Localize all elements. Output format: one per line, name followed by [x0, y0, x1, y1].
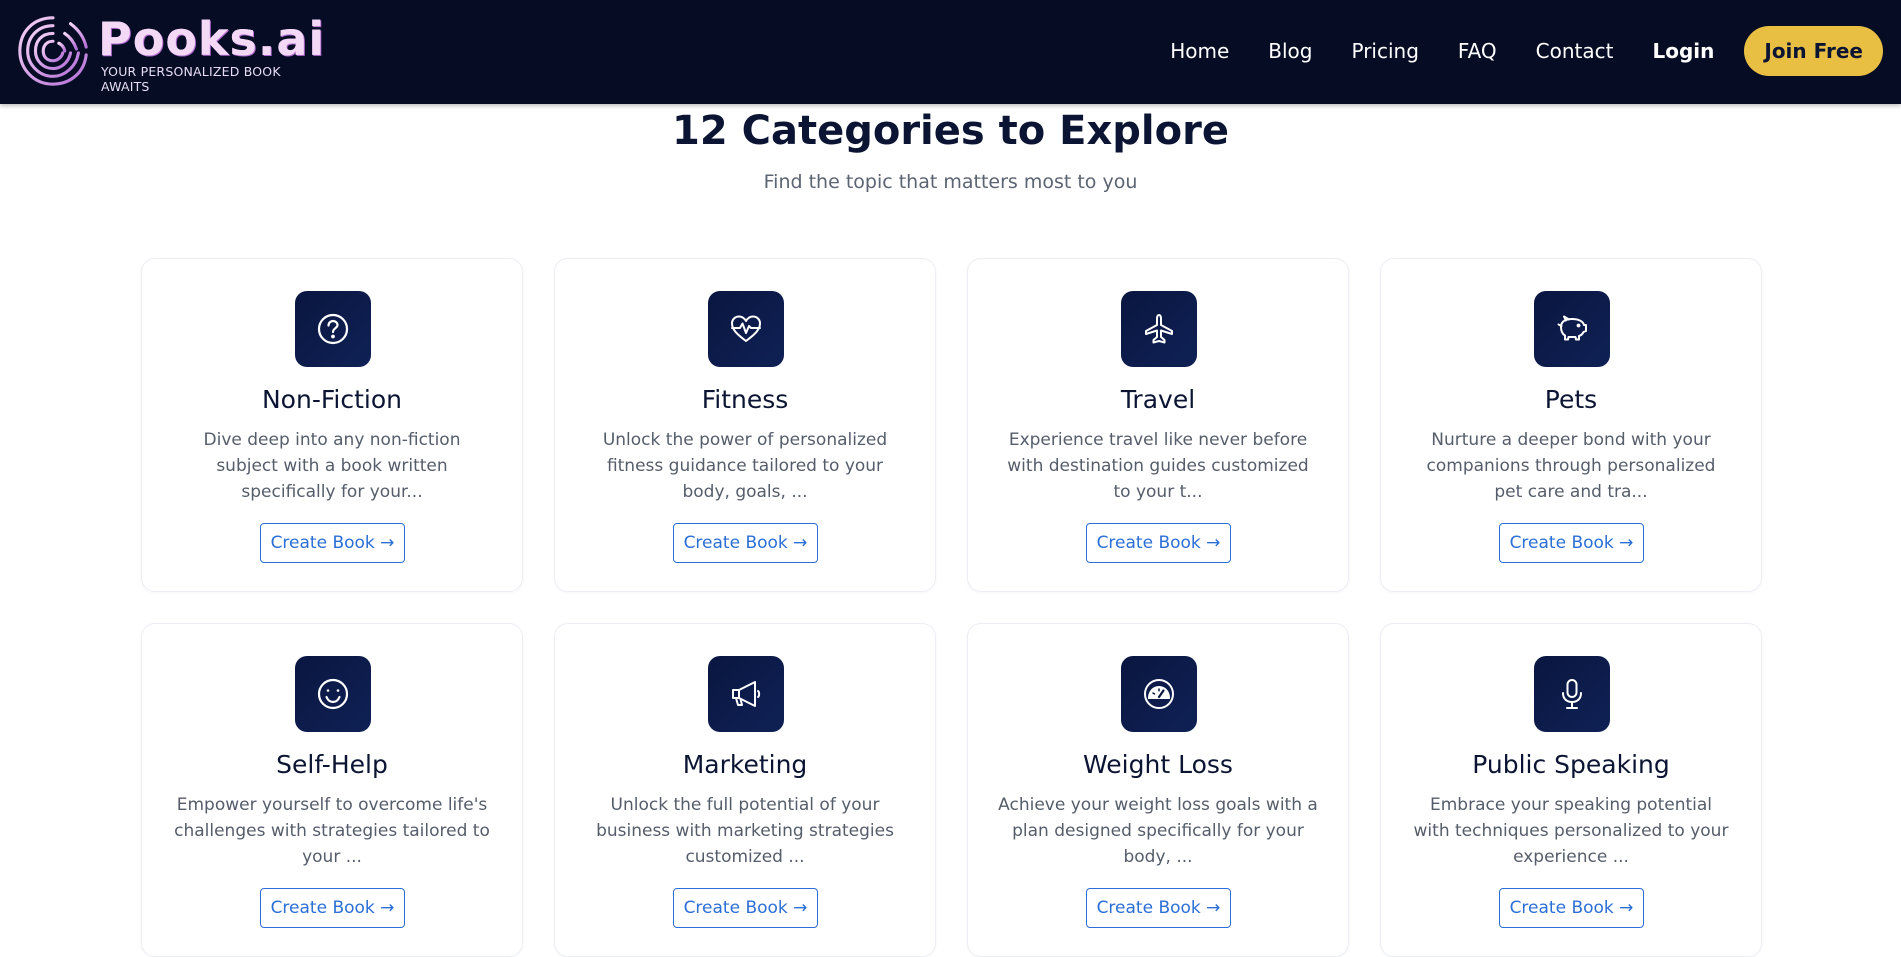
section-subtitle: Find the topic that matters most to you	[763, 171, 1138, 193]
create-book-button[interactable]: Create Book →	[1499, 523, 1644, 563]
airplane-icon	[1121, 291, 1197, 367]
megaphone-icon	[708, 656, 784, 732]
card-description: Empower yourself to overcome life's chal…	[174, 795, 490, 867]
nav-pricing[interactable]: Pricing	[1351, 39, 1418, 63]
section-title: 12 Categories to Explore	[672, 108, 1229, 154]
card-description: Unlock the power of personalized fitness…	[602, 430, 888, 502]
category-grid: Non-Fiction Dive deep into any non-ficti…	[141, 258, 1762, 957]
microphone-icon	[1534, 656, 1610, 732]
speedometer-icon	[1121, 656, 1197, 732]
card-title: Fitness	[701, 385, 789, 414]
heart-pulse-icon	[708, 291, 784, 367]
category-card-fitness: Fitness Unlock the power of personalized…	[554, 258, 936, 592]
nav-blog[interactable]: Blog	[1268, 39, 1312, 63]
logo-name: Pooks.ai	[98, 12, 326, 66]
category-card-travel: Travel Experience travel like never befo…	[967, 258, 1349, 592]
piggy-icon	[1534, 291, 1610, 367]
card-title: Public Speaking	[1472, 750, 1670, 779]
create-book-button[interactable]: Create Book →	[260, 888, 405, 928]
category-card-pets: Pets Nurture a deeper bond with your com…	[1380, 258, 1762, 592]
card-description: Embrace your speaking potential with tec…	[1413, 795, 1729, 867]
create-book-button[interactable]: Create Book →	[673, 888, 818, 928]
create-book-button[interactable]: Create Book →	[260, 523, 405, 563]
question-circle-icon	[295, 291, 371, 367]
card-title: Self-Help	[276, 750, 388, 779]
category-card-marketing: Marketing Unlock the full potential of y…	[554, 623, 936, 957]
fingerprint-logo-icon	[18, 16, 88, 86]
main-nav: Home Blog Pricing FAQ Contact Login Join…	[1170, 26, 1883, 76]
nav-home[interactable]: Home	[1170, 39, 1229, 63]
logo[interactable]: Pooks.ai YOUR PERSONALIZED BOOK AWAITS	[14, 10, 324, 94]
join-free-button[interactable]: Join Free	[1744, 26, 1883, 76]
card-description: Achieve your weight loss goals with a pl…	[998, 795, 1318, 867]
card-description: Nurture a deeper bond with your companio…	[1426, 430, 1716, 502]
card-description: Experience travel like never before with…	[1007, 430, 1309, 502]
create-book-button[interactable]: Create Book →	[1086, 523, 1231, 563]
category-card-weight-loss: Weight Loss Achieve your weight loss goa…	[967, 623, 1349, 957]
card-description: Dive deep into any non-fiction subject w…	[203, 430, 461, 502]
card-title: Weight Loss	[1083, 750, 1233, 779]
logo-tagline: YOUR PERSONALIZED BOOK AWAITS	[101, 64, 281, 94]
category-card-public-speaking: Public Speaking Embrace your speaking po…	[1380, 623, 1762, 957]
nav-faq[interactable]: FAQ	[1458, 39, 1497, 63]
smile-icon	[295, 656, 371, 732]
category-card-self-help: Self-Help Empower yourself to overcome l…	[141, 623, 523, 957]
nav-contact[interactable]: Contact	[1536, 39, 1614, 63]
create-book-button[interactable]: Create Book →	[673, 523, 818, 563]
card-title: Non-Fiction	[261, 385, 402, 414]
card-title: Pets	[1544, 385, 1598, 414]
card-title: Travel	[1120, 385, 1196, 414]
card-title: Marketing	[682, 750, 808, 779]
site-header: Pooks.ai YOUR PERSONALIZED BOOK AWAITS H…	[0, 0, 1901, 104]
category-card-non-fiction: Non-Fiction Dive deep into any non-ficti…	[141, 258, 523, 592]
create-book-button[interactable]: Create Book →	[1499, 888, 1644, 928]
card-description: Unlock the full potential of your busine…	[596, 795, 894, 867]
login-link[interactable]: Login	[1652, 39, 1714, 63]
logo-text: Pooks.ai YOUR PERSONALIZED BOOK AWAITS	[98, 12, 325, 94]
create-book-button[interactable]: Create Book →	[1086, 888, 1231, 928]
